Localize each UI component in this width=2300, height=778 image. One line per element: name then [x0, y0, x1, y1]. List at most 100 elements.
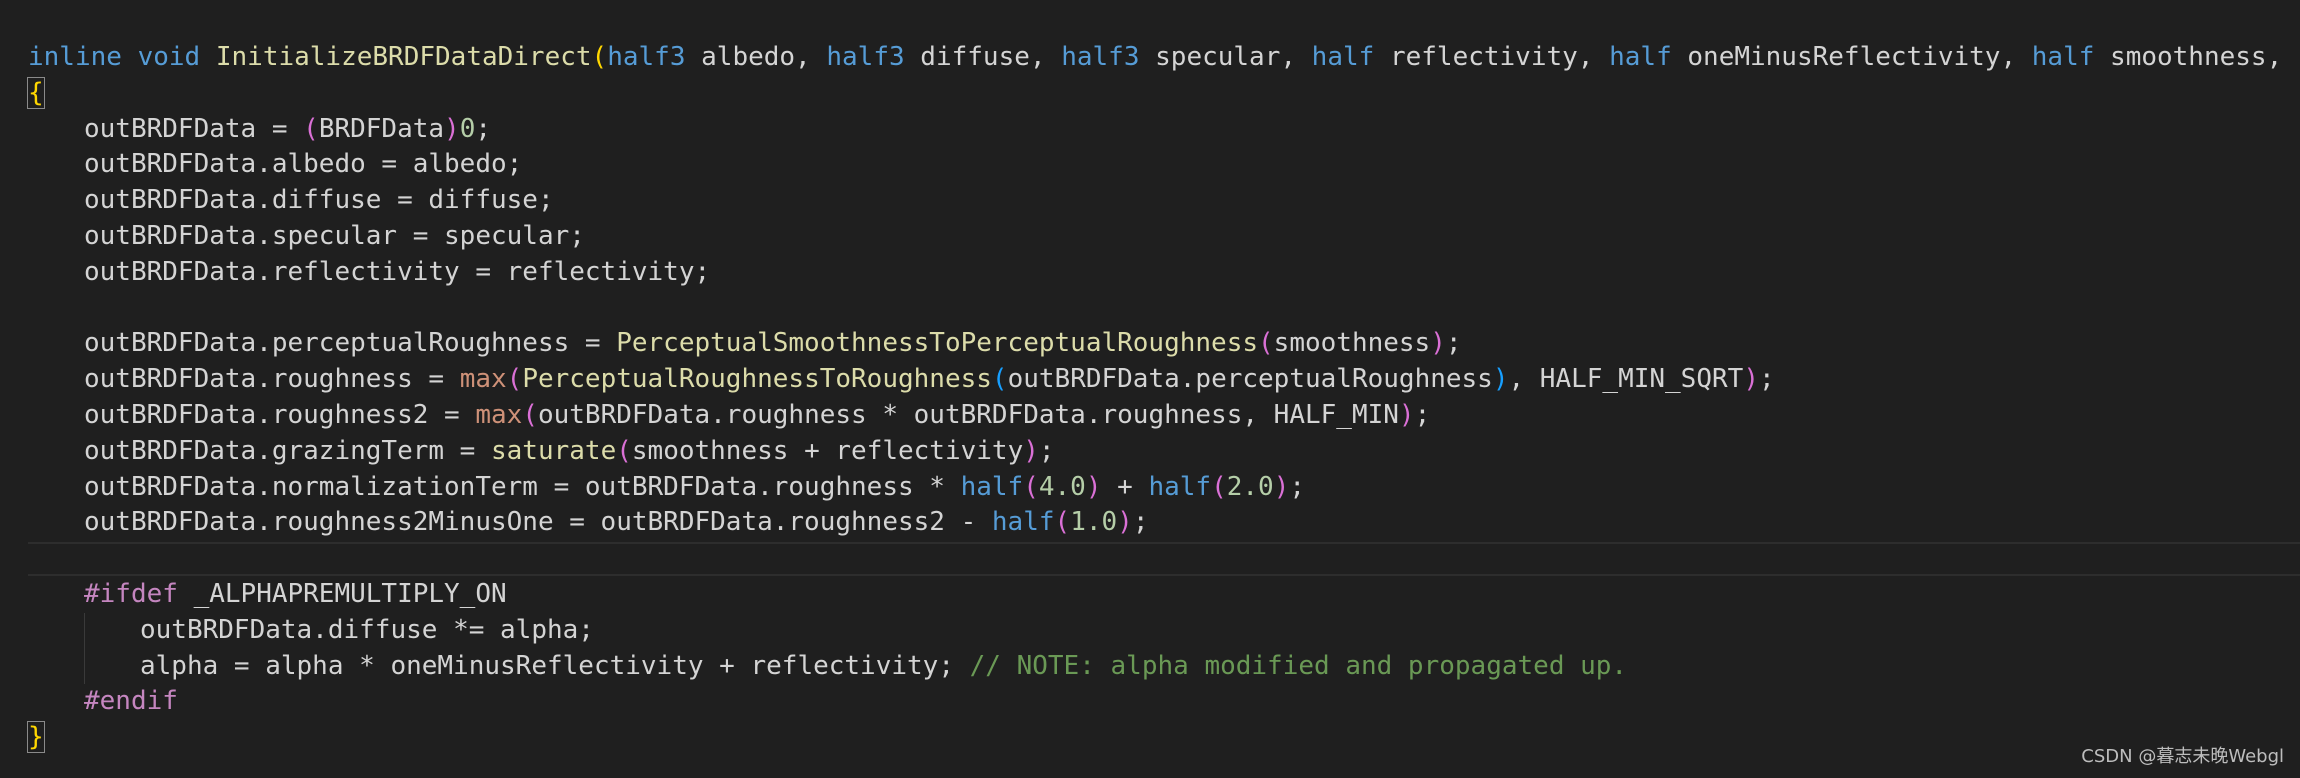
- code-token: (: [506, 364, 523, 395]
- code-line[interactable]: outBRDFData.diffuse = diffuse;: [28, 183, 2300, 219]
- code-token: ;: [1289, 471, 1306, 502]
- code-token: ;: [1132, 507, 1149, 538]
- code-token: reflectivity,: [1374, 42, 1610, 72]
- code-token: (: [522, 399, 538, 430]
- code-token: (: [1258, 328, 1274, 359]
- indent-guide: [28, 183, 84, 219]
- code-token: outBRDFData.perceptualRoughness: [1007, 364, 1493, 395]
- indent-guide: [28, 219, 84, 255]
- code-token: inline: [28, 42, 122, 72]
- code-token: outBRDFData =: [84, 113, 304, 144]
- code-line[interactable]: outBRDFData.reflectivity = reflectivity;: [28, 255, 2300, 291]
- indent-guide: [84, 612, 140, 649]
- indent-guide: [28, 684, 84, 720]
- code-token: max: [475, 399, 523, 430]
- code-token: ;: [475, 113, 492, 144]
- code-token: _ALPHAPREMULTIPLY_ON: [177, 578, 507, 609]
- code-token: outBRDFData.diffuse = diffuse;: [84, 185, 554, 216]
- code-token: ): [1492, 364, 1509, 395]
- code-token: #ifdef: [84, 578, 178, 609]
- code-token: 2.0: [1226, 471, 1274, 502]
- code-token: alpha = alpha * oneMinusReflectivity + r…: [140, 650, 970, 681]
- code-token: (: [591, 42, 608, 72]
- code-token: (: [616, 435, 632, 466]
- code-line[interactable]: outBRDFData.normalizationTerm = outBRDFD…: [28, 470, 2300, 506]
- code-token: ): [1743, 364, 1759, 395]
- code-line[interactable]: outBRDFData.diffuse *= alpha;: [28, 612, 2300, 649]
- code-token: ): [1085, 471, 1102, 502]
- code-token: void: [137, 42, 201, 72]
- code-token: ): [1430, 328, 1446, 359]
- code-token: (: [303, 113, 319, 144]
- code-line[interactable]: }: [27, 720, 2300, 756]
- code-line[interactable]: #endif: [28, 684, 2300, 720]
- code-line[interactable]: [28, 541, 2300, 577]
- code-line[interactable]: outBRDFData.albedo = albedo;: [28, 147, 2300, 183]
- code-line[interactable]: outBRDFData.roughness = max(PerceptualRo…: [28, 362, 2300, 398]
- code-token: (: [1023, 471, 1039, 502]
- code-line[interactable]: outBRDFData.roughness2MinusOne = outBRDF…: [28, 505, 2300, 541]
- code-line[interactable]: outBRDFData.specular = specular;: [28, 219, 2300, 255]
- code-content[interactable]: inline void InitializeBRDFDataDirect(hal…: [27, 40, 2300, 756]
- indent-guide: [28, 147, 84, 183]
- code-token: #endif: [84, 686, 178, 717]
- code-token: , HALF_MIN_SQRT: [1508, 364, 1744, 395]
- watermark-text: CSDN @暮志未晚Webgl: [2081, 746, 2284, 767]
- code-token: (: [1054, 507, 1071, 538]
- code-token: (: [1211, 471, 1227, 502]
- code-line[interactable]: [28, 291, 2300, 327]
- code-token: outBRDFData.normalizationTerm = outBRDFD…: [84, 471, 961, 502]
- code-token: smoothness,: [2094, 42, 2298, 72]
- indent-guide: [28, 291, 84, 327]
- code-line[interactable]: outBRDFData.roughness2 = max(outBRDFData…: [28, 398, 2300, 434]
- code-token: {: [27, 76, 45, 109]
- indent-guide: [28, 112, 84, 148]
- code-token: outBRDFData.roughness =: [84, 364, 460, 395]
- code-token: half: [1609, 42, 1672, 72]
- code-token: ;: [1038, 435, 1055, 466]
- code-token: half: [1311, 42, 1375, 72]
- code-token: ;: [1414, 399, 1431, 430]
- code-line[interactable]: {: [27, 76, 2300, 112]
- code-line[interactable]: outBRDFData.perceptualRoughness = Percep…: [28, 326, 2300, 362]
- code-token: half3: [607, 42, 686, 72]
- indent-guide: [28, 470, 84, 506]
- code-token: outBRDFData.perceptualRoughness =: [84, 328, 617, 359]
- code-token: PerceptualRoughnessToRoughness: [522, 364, 992, 395]
- code-token: albedo,: [685, 42, 827, 72]
- code-token: smoothness: [1273, 328, 1431, 359]
- code-token: outBRDFData.reflectivity = reflectivity;: [84, 256, 711, 287]
- code-token: 1.0: [1070, 507, 1118, 538]
- code-line[interactable]: inline void InitializeBRDFDataDirect(hal…: [28, 40, 2300, 76]
- code-editor[interactable]: inline void InitializeBRDFDataDirect(hal…: [0, 0, 2300, 778]
- indent-guide: [84, 648, 140, 685]
- indent-guide: [28, 398, 84, 434]
- code-token: half: [1148, 471, 1212, 502]
- indent-guide: [28, 505, 84, 541]
- code-token: BRDFData: [318, 113, 445, 144]
- code-token: saturate: [491, 435, 617, 466]
- code-token: half: [960, 471, 1024, 502]
- code-token: ): [1398, 399, 1415, 430]
- code-token: half3: [826, 42, 905, 72]
- code-token: smoothness + reflectivity: [631, 435, 1024, 466]
- indent-guide: [28, 649, 84, 685]
- code-token: +: [1101, 471, 1149, 502]
- indent-guide: [28, 541, 84, 577]
- code-token: (: [991, 364, 1008, 395]
- code-line[interactable]: outBRDFData = (BRDFData)0;: [28, 112, 2300, 148]
- code-token: outBRDFData.roughness2MinusOne = outBRDF…: [84, 507, 992, 538]
- code-line[interactable]: #ifdef _ALPHAPREMULTIPLY_ON: [28, 577, 2300, 613]
- code-token: oneMinusReflectivity,: [1671, 42, 2032, 72]
- code-token: }: [27, 721, 45, 754]
- code-token: PerceptualSmoothnessToPerceptualRoughnes…: [616, 328, 1259, 359]
- indent-guide: [28, 434, 84, 470]
- code-token: outBRDFData.albedo = albedo;: [84, 149, 523, 180]
- code-line[interactable]: alpha = alpha * oneMinusReflectivity + r…: [28, 648, 2300, 685]
- code-token: ): [444, 113, 460, 144]
- code-token: specular,: [1139, 42, 1312, 72]
- code-line[interactable]: outBRDFData.grazingTerm = saturate(smoot…: [28, 434, 2300, 470]
- code-token: half: [2031, 42, 2095, 72]
